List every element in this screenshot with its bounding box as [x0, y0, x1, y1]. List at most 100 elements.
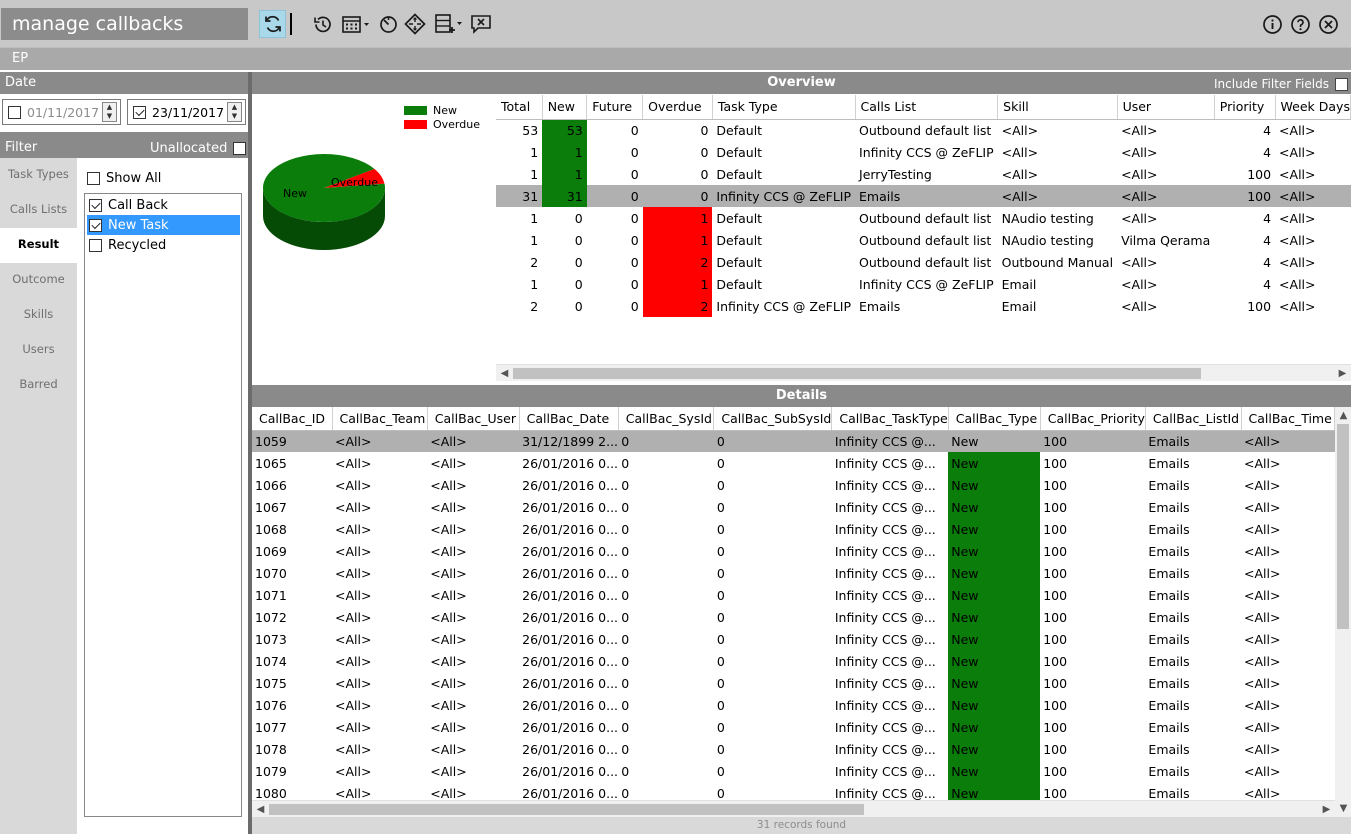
overview-cell-task-type: Infinity CCS @ ZeFLIP — [716, 298, 852, 314]
details-row[interactable]: 1070 <All> <All> 26/01/2016 0... 0 0 Infinity … — [252, 562, 1335, 584]
details-row[interactable]: 1076 <All> <All> 26/01/2016 0... 0 0 Infinity … — [252, 694, 1335, 716]
details-row[interactable]: 1075 <All> <All> 26/01/2016 0... 0 0 Infinity … — [252, 672, 1335, 694]
show-all-checkbox[interactable] — [87, 172, 100, 185]
navigate-button[interactable] — [404, 12, 426, 36]
result-checkbox[interactable] — [89, 198, 102, 212]
overview-row[interactable]: 2 0 0 2 Infinity CCS @ ZeFLIP Emails Email <All… — [496, 295, 1351, 317]
details-column-header[interactable]: CallBac_Team — [332, 407, 428, 431]
date-to-picker[interactable]: 23/11/2017 ▲ ▼ — [127, 99, 246, 125]
overview-column-header[interactable]: Task Type — [712, 95, 856, 120]
details-row[interactable]: 1066 <All> <All> 26/01/2016 0... 0 0 Infinity … — [252, 474, 1335, 496]
overview-column-header[interactable]: User — [1117, 95, 1215, 120]
details-row[interactable]: 1069 <All> <All> 26/01/2016 0... 0 0 Infinity … — [252, 540, 1335, 562]
unallocated-toggle[interactable]: Unallocated — [150, 134, 248, 158]
overview-row[interactable]: 53 53 0 0 Default Outbound default list <All> <… — [496, 119, 1351, 141]
result-checkbox[interactable] — [89, 218, 102, 232]
tab-task-types[interactable]: Task Types — [0, 158, 77, 193]
date-to-checkbox[interactable] — [133, 105, 146, 119]
details-cell: 1069 — [255, 543, 287, 559]
scroll-up-arrow[interactable]: ▲ — [1335, 407, 1351, 424]
scroll-thumb[interactable] — [1337, 424, 1349, 629]
overview-row[interactable]: 1 1 0 0 Default JerryTesting <All> <All> 100 <All… — [496, 163, 1351, 185]
calendar-button[interactable] — [341, 12, 371, 36]
scroll-right-arrow[interactable]: ▶ — [1334, 365, 1351, 382]
overview-row[interactable]: 1 0 0 1 Default Infinity CCS @ ZeFLIP Email <Al… — [496, 273, 1351, 295]
details-row[interactable]: 1072 <All> <All> 26/01/2016 0... 0 0 Infinity … — [252, 606, 1335, 628]
scroll-thumb[interactable] — [513, 368, 1201, 379]
refresh-button[interactable] — [259, 10, 286, 38]
details-row[interactable]: 1067 <All> <All> 26/01/2016 0... 0 0 Infinity … — [252, 496, 1335, 518]
details-row[interactable]: 1059 <All> <All> 31/12/1899 2... 0 0 Infinity … — [252, 430, 1335, 452]
details-row[interactable]: 1080 <All> <All> 26/01/2016 0... 0 0 Infinity … — [252, 782, 1335, 800]
details-cell: New — [948, 540, 1041, 562]
scroll-down-arrow[interactable]: ▼ — [1335, 800, 1351, 817]
overview-column-header[interactable]: Skill — [997, 95, 1118, 120]
details-column-header[interactable]: CallBac_ListId — [1145, 407, 1242, 431]
details-column-header[interactable]: CallBac_Type — [948, 407, 1041, 431]
result-checkbox[interactable] — [89, 238, 102, 252]
details-row[interactable]: 1078 <All> <All> 26/01/2016 0... 0 0 Infinity … — [252, 738, 1335, 760]
overview-horizontal-scrollbar[interactable]: ◀ ▶ — [496, 364, 1351, 381]
tab-result[interactable]: Result — [0, 228, 77, 263]
unallocated-checkbox[interactable] — [233, 141, 247, 155]
overview-column-header[interactable]: Total — [496, 95, 543, 120]
timer-button[interactable] — [377, 12, 399, 36]
tab-users[interactable]: Users — [0, 333, 77, 368]
tab-barred[interactable]: Barred — [0, 368, 77, 403]
result-item-new-task[interactable]: New Task — [87, 215, 240, 235]
overview-column-header[interactable]: Future — [586, 95, 644, 120]
message-close-button[interactable] — [470, 12, 492, 36]
overview-row[interactable]: 31 31 0 0 Infinity CCS @ ZeFLIP Emails <All> <A… — [496, 185, 1351, 207]
overview-column-header[interactable]: New — [542, 95, 588, 120]
scroll-left-arrow[interactable]: ◀ — [496, 365, 513, 382]
close-button[interactable] — [1317, 12, 1339, 36]
date-to-spinner[interactable]: ▲ ▼ — [227, 102, 242, 122]
overview-column-header[interactable]: Week Days — [1275, 95, 1351, 120]
overview-row[interactable]: 1 1 0 0 Default Infinity CCS @ ZeFLIP <All> <Al… — [496, 141, 1351, 163]
details-horizontal-scrollbar[interactable]: ◀ ▶ — [252, 800, 1335, 817]
app-title: manage callbacks — [1, 8, 248, 40]
show-all-option[interactable]: Show All — [87, 171, 161, 186]
date-from-spinner[interactable]: ▲ ▼ — [102, 102, 117, 122]
include-filter-fields[interactable]: Include Filter Fields — [1214, 74, 1348, 94]
details-cell: 100 — [1043, 477, 1068, 493]
details-column-header[interactable]: CallBac_SysId — [618, 407, 715, 431]
include-filter-checkbox[interactable] — [1334, 77, 1348, 91]
details-row[interactable]: 1073 <All> <All> 26/01/2016 0... 0 0 Infinity … — [252, 628, 1335, 650]
details-column-header[interactable]: CallBac_Priority — [1040, 407, 1146, 431]
overview-cell-new: 1 — [542, 163, 587, 185]
scroll-thumb[interactable] — [269, 804, 864, 815]
overview-row[interactable]: 1 0 0 1 Default Outbound default list NAudio t… — [496, 229, 1351, 251]
overview-row[interactable]: 1 0 0 1 Default Outbound default list NAudio t… — [496, 207, 1351, 229]
result-item-recycled[interactable]: Recycled — [87, 235, 240, 255]
details-row[interactable]: 1068 <All> <All> 26/01/2016 0... 0 0 Infinity … — [252, 518, 1335, 540]
overview-column-header[interactable]: Priority — [1214, 95, 1276, 120]
details-column-header[interactable]: CallBac_Date — [519, 407, 619, 431]
date-from-picker[interactable]: 01/11/2017 ▲ ▼ — [2, 99, 121, 125]
overview-row[interactable]: 2 0 0 2 Default Outbound default list Outbound… — [496, 251, 1351, 273]
info-button[interactable] — [1261, 12, 1283, 36]
details-row[interactable]: 1079 <All> <All> 26/01/2016 0... 0 0 Infinity … — [252, 760, 1335, 782]
scroll-right-arrow[interactable]: ▶ — [1318, 801, 1335, 818]
details-column-header[interactable]: CallBac_SubSysId — [713, 407, 833, 431]
details-row[interactable]: 1071 <All> <All> 26/01/2016 0... 0 0 Infinity … — [252, 584, 1335, 606]
result-item-call-back[interactable]: Call Back — [87, 195, 240, 215]
details-column-header[interactable]: CallBac_ID — [252, 407, 333, 431]
details-vertical-scrollbar[interactable]: ▲ — [1335, 407, 1351, 800]
tab-calls-lists[interactable]: Calls Lists — [0, 193, 77, 228]
overview-column-header[interactable]: Calls List — [855, 95, 999, 120]
details-column-header[interactable]: CallBac_User — [427, 407, 520, 431]
details-row[interactable]: 1065 <All> <All> 26/01/2016 0... 0 0 Infinity … — [252, 452, 1335, 474]
details-column-header[interactable]: CallBac_TaskType — [831, 407, 949, 431]
add-list-button[interactable] — [434, 12, 464, 36]
details-column-header[interactable]: CallBac_Time — [1241, 407, 1335, 431]
overview-column-header[interactable]: Overdue — [642, 95, 713, 120]
tab-skills[interactable]: Skills — [0, 298, 77, 333]
details-row[interactable]: 1077 <All> <All> 26/01/2016 0... 0 0 Infinity … — [252, 716, 1335, 738]
help-button[interactable] — [1289, 12, 1311, 36]
history-button[interactable] — [311, 12, 333, 36]
scroll-left-arrow[interactable]: ◀ — [252, 801, 269, 818]
tab-outcome[interactable]: Outcome — [0, 263, 77, 298]
details-row[interactable]: 1074 <All> <All> 26/01/2016 0... 0 0 Infinity … — [252, 650, 1335, 672]
date-from-checkbox[interactable] — [8, 105, 21, 119]
